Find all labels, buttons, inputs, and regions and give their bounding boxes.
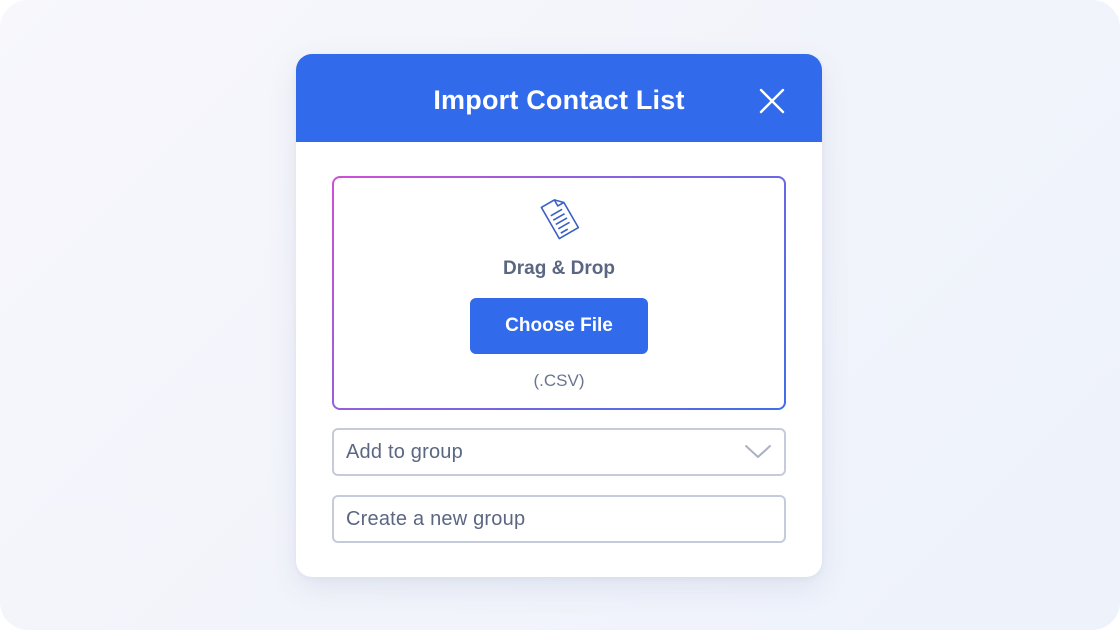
new-group-placeholder: Create a new group	[346, 508, 526, 530]
document-icon	[540, 199, 580, 240]
file-dropzone[interactable]: Drag & Drop Choose File (.CSV)	[332, 176, 786, 410]
dialog-header: Import Contact List	[296, 54, 822, 142]
background-canvas: Import Contact List Drag & Drop Choose F…	[0, 0, 1120, 630]
add-to-group-select[interactable]: Add to group	[332, 428, 786, 476]
close-icon	[759, 88, 785, 114]
new-group-input[interactable]: Create a new group	[332, 495, 786, 543]
dialog-title: Import Contact List	[433, 85, 685, 115]
close-button[interactable]	[755, 84, 789, 118]
choose-file-button[interactable]: Choose File	[470, 298, 648, 354]
drag-drop-label: Drag & Drop	[503, 258, 615, 279]
file-format-hint: (.CSV)	[533, 371, 585, 390]
chevron-down-icon	[745, 445, 771, 458]
dropzone-inner: Drag & Drop Choose File (.CSV)	[334, 178, 784, 408]
import-contact-dialog: Import Contact List Drag & Drop Choose F…	[296, 54, 822, 577]
group-select-value: Add to group	[346, 441, 463, 463]
